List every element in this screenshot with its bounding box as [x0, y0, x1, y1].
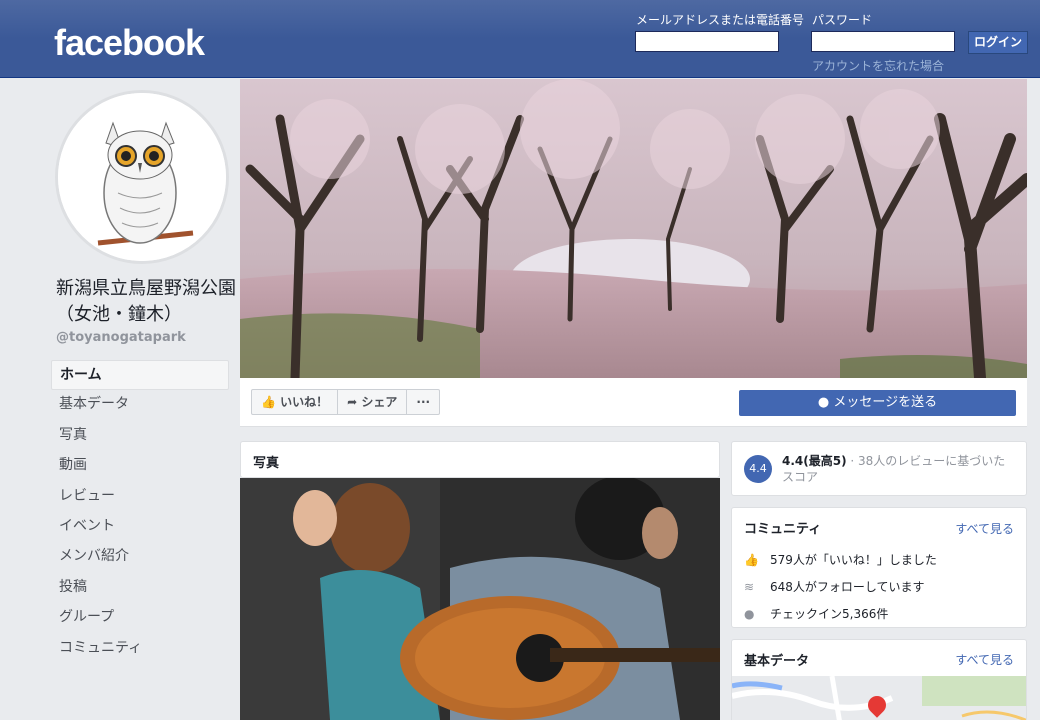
community-see-all-link[interactable]: すべて見る	[955, 520, 1014, 537]
nav-item-events[interactable]: イベント	[51, 512, 229, 542]
community-card: コミュニティ すべて見る 👍 579人が「いいね！」しました ≋ 648人がフォ…	[731, 507, 1027, 628]
nav-item-reviews[interactable]: レビュー	[51, 482, 229, 512]
photos-card: 写真	[240, 441, 720, 478]
rating-summary-score: 4.4(最高5)	[782, 454, 847, 468]
email-field[interactable]	[635, 31, 779, 52]
share-label: シェア	[361, 395, 398, 409]
community-follows-row: ≋ 648人がフォローしています	[744, 578, 925, 595]
thumbs-up-icon: 👍	[744, 552, 759, 567]
email-label: メールアドレスまたは電話番号	[636, 13, 805, 27]
community-title: コミュニティ	[744, 522, 822, 537]
rating-summary[interactable]: 4.4(最高5) · 38人のレビューに基づいたスコア	[782, 453, 1012, 485]
page-nav: ホーム 基本データ 写真 動画 レビュー イベント メンバ紹介 投稿 グループ …	[51, 360, 229, 664]
map-pin-icon: ●	[744, 606, 755, 621]
location-map[interactable]	[732, 675, 1026, 720]
password-label: パスワード	[812, 13, 873, 27]
rating-score-badge: 4.4	[744, 455, 772, 483]
page-action-bar: 👍 いいね！ ➦ シェア ··· ● メッセージを送る	[240, 378, 1027, 427]
password-field[interactable]	[811, 31, 955, 52]
page-handle[interactable]: @toyanogatapark	[56, 330, 186, 345]
nav-item-photos[interactable]: 写真	[51, 421, 229, 451]
community-likes-row: 👍 579人が「いいね！」しました	[744, 551, 937, 568]
send-message-label: メッセージを送る	[833, 395, 938, 410]
rss-feed-icon: ≋	[744, 579, 755, 594]
share-arrow-icon: ➦	[347, 395, 358, 409]
nav-item-videos[interactable]: 動画	[51, 451, 229, 481]
photo-thumbnail[interactable]	[240, 478, 720, 720]
share-button[interactable]: ➦ シェア	[338, 390, 408, 414]
nav-item-about[interactable]: 基本データ	[51, 390, 229, 420]
community-follows: 648人がフォローしています	[770, 580, 925, 594]
about-title: 基本データ	[744, 654, 810, 669]
nav-item-groups[interactable]: グループ	[51, 603, 229, 633]
page-actions: 👍 いいね！ ➦ シェア ···	[251, 389, 441, 415]
photos-title: 写真	[253, 456, 280, 471]
profile-avatar[interactable]	[55, 90, 229, 264]
like-label: いいね！	[280, 395, 329, 409]
more-button[interactable]: ···	[407, 390, 439, 414]
nav-item-members[interactable]: メンバ紹介	[51, 542, 229, 572]
messenger-icon: ●	[817, 395, 830, 410]
page-title: 新潟県立鳥屋野潟公園（女池・鐘木）	[56, 278, 236, 325]
thumbs-up-icon: 👍	[261, 395, 276, 409]
send-message-button[interactable]: ● メッセージを送る	[739, 390, 1016, 416]
cover-photo[interactable]	[240, 79, 1027, 378]
rating-card: 4.4 4.4(最高5) · 38人のレビューに基づいたスコア	[731, 441, 1027, 496]
login-button[interactable]: ログイン	[968, 31, 1028, 54]
like-button[interactable]: 👍 いいね！	[252, 390, 339, 414]
community-checkins-row: ● チェックイン5,366件	[744, 605, 888, 622]
forgot-account-link[interactable]: アカウントを忘れた場合	[812, 57, 944, 74]
community-checkins: チェックイン5,366件	[770, 607, 889, 621]
nav-item-posts[interactable]: 投稿	[51, 573, 229, 603]
about-card: 基本データ すべて見る	[731, 639, 1027, 720]
nav-item-community[interactable]: コミュニティ	[51, 634, 229, 664]
community-likes: 579人が「いいね！」しました	[770, 553, 937, 567]
top-bar: facebook メールアドレスまたは電話番号 パスワード ログイン アカウント…	[0, 0, 1040, 78]
about-see-all-link[interactable]: すべて見る	[955, 651, 1014, 668]
facebook-logo[interactable]: facebook	[54, 22, 205, 64]
nav-item-home[interactable]: ホーム	[51, 360, 229, 391]
